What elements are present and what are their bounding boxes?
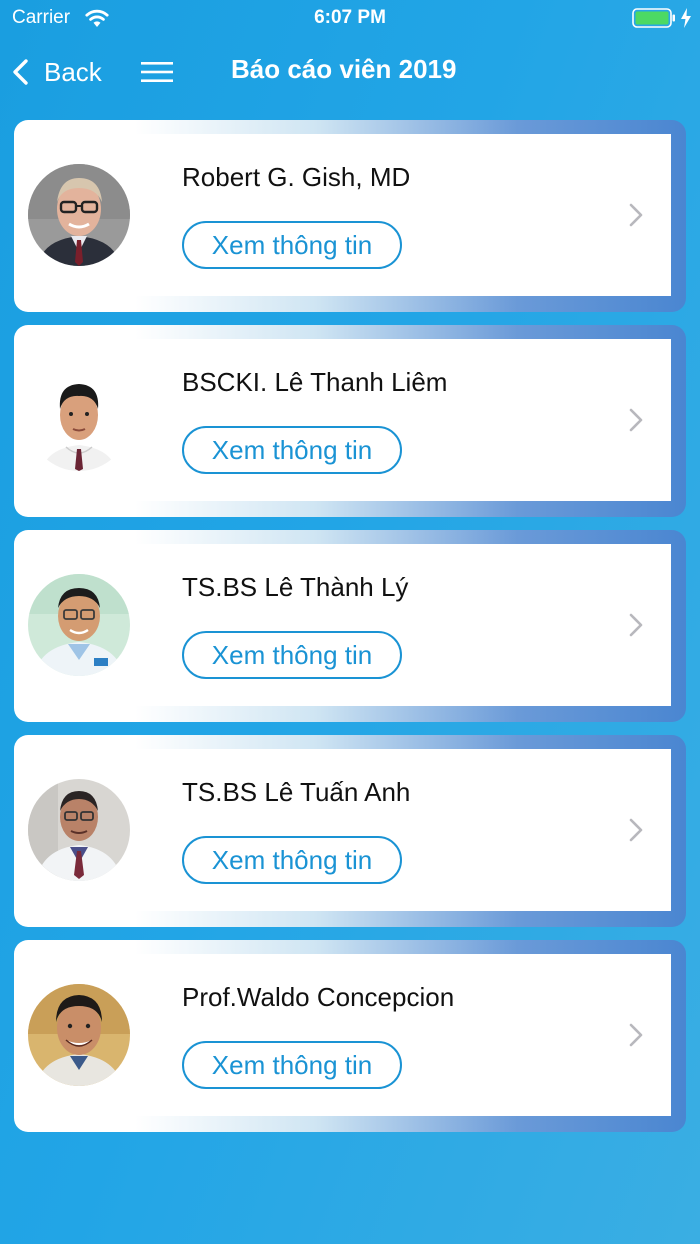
speaker-avatar — [28, 574, 130, 676]
hamburger-menu-icon[interactable] — [140, 58, 174, 86]
chevron-right-icon — [629, 408, 643, 432]
speaker-name: Robert G. Gish, MD — [182, 162, 411, 192]
clock: 6:07 PM — [314, 7, 386, 28]
portrait-photo — [28, 574, 130, 676]
speaker-card[interactable]: Prof.Waldo Concepcion Xem thông tin — [14, 940, 686, 1132]
speaker-name: Prof.Waldo Concepcion — [182, 982, 455, 1012]
speaker-card-body: Prof.Waldo Concepcion Xem thông tin — [14, 954, 671, 1116]
portrait-photo — [28, 984, 130, 1086]
speaker-card-body: TS.BS Lê Tuấn Anh Xem thông tin — [14, 749, 671, 911]
speaker-card-body: BSCKI. Lê Thanh Liêm Xem thông tin — [14, 339, 671, 501]
chevron-right-icon — [629, 613, 643, 637]
page-title: Báo cáo viên 2019 — [231, 54, 457, 84]
speaker-card[interactable]: Robert G. Gish, MD Xem thông tin — [14, 120, 686, 312]
speaker-name: TS.BS Lê Thành Lý — [182, 572, 409, 602]
view-info-button[interactable]: Xem thông tin — [182, 426, 402, 474]
back-button[interactable]: Back — [10, 52, 102, 92]
portrait-photo — [28, 369, 130, 471]
navigation-bar: Back Báo cáo viên 2019 — [0, 40, 700, 106]
speaker-name: BSCKI. Lê Thanh Liêm — [182, 367, 448, 397]
view-info-button[interactable]: Xem thông tin — [182, 1041, 402, 1089]
chevron-right-icon — [629, 818, 643, 842]
speaker-avatar — [28, 369, 130, 471]
speaker-card[interactable]: TS.BS Lê Thành Lý Xem thông tin — [14, 530, 686, 722]
speaker-avatar — [28, 984, 130, 1086]
portrait-photo — [28, 779, 130, 881]
speaker-card-body: Robert G. Gish, MD Xem thông tin — [14, 134, 671, 296]
view-info-button[interactable]: Xem thông tin — [182, 221, 402, 269]
portrait-photo — [28, 164, 130, 266]
speaker-avatar — [28, 164, 130, 266]
charging-bolt-icon — [681, 8, 691, 28]
status-bar: Carrier 6:07 PM — [0, 0, 700, 40]
back-label: Back — [44, 56, 102, 87]
view-info-button[interactable]: Xem thông tin — [182, 836, 402, 884]
view-info-button[interactable]: Xem thông tin — [182, 631, 402, 679]
chevron-right-icon — [629, 203, 643, 227]
speaker-name: TS.BS Lê Tuấn Anh — [182, 777, 411, 807]
chevron-left-icon — [13, 59, 28, 85]
speaker-card-body: TS.BS Lê Thành Lý Xem thông tin — [14, 544, 671, 706]
speaker-card[interactable]: BSCKI. Lê Thanh Liêm Xem thông tin — [14, 325, 686, 517]
battery-icon — [632, 8, 675, 28]
speaker-list: Robert G. Gish, MD Xem thông tin BSCKI. … — [14, 120, 686, 1145]
chevron-right-icon — [629, 1023, 643, 1047]
speaker-avatar — [28, 779, 130, 881]
speaker-card[interactable]: TS.BS Lê Tuấn Anh Xem thông tin — [14, 735, 686, 927]
